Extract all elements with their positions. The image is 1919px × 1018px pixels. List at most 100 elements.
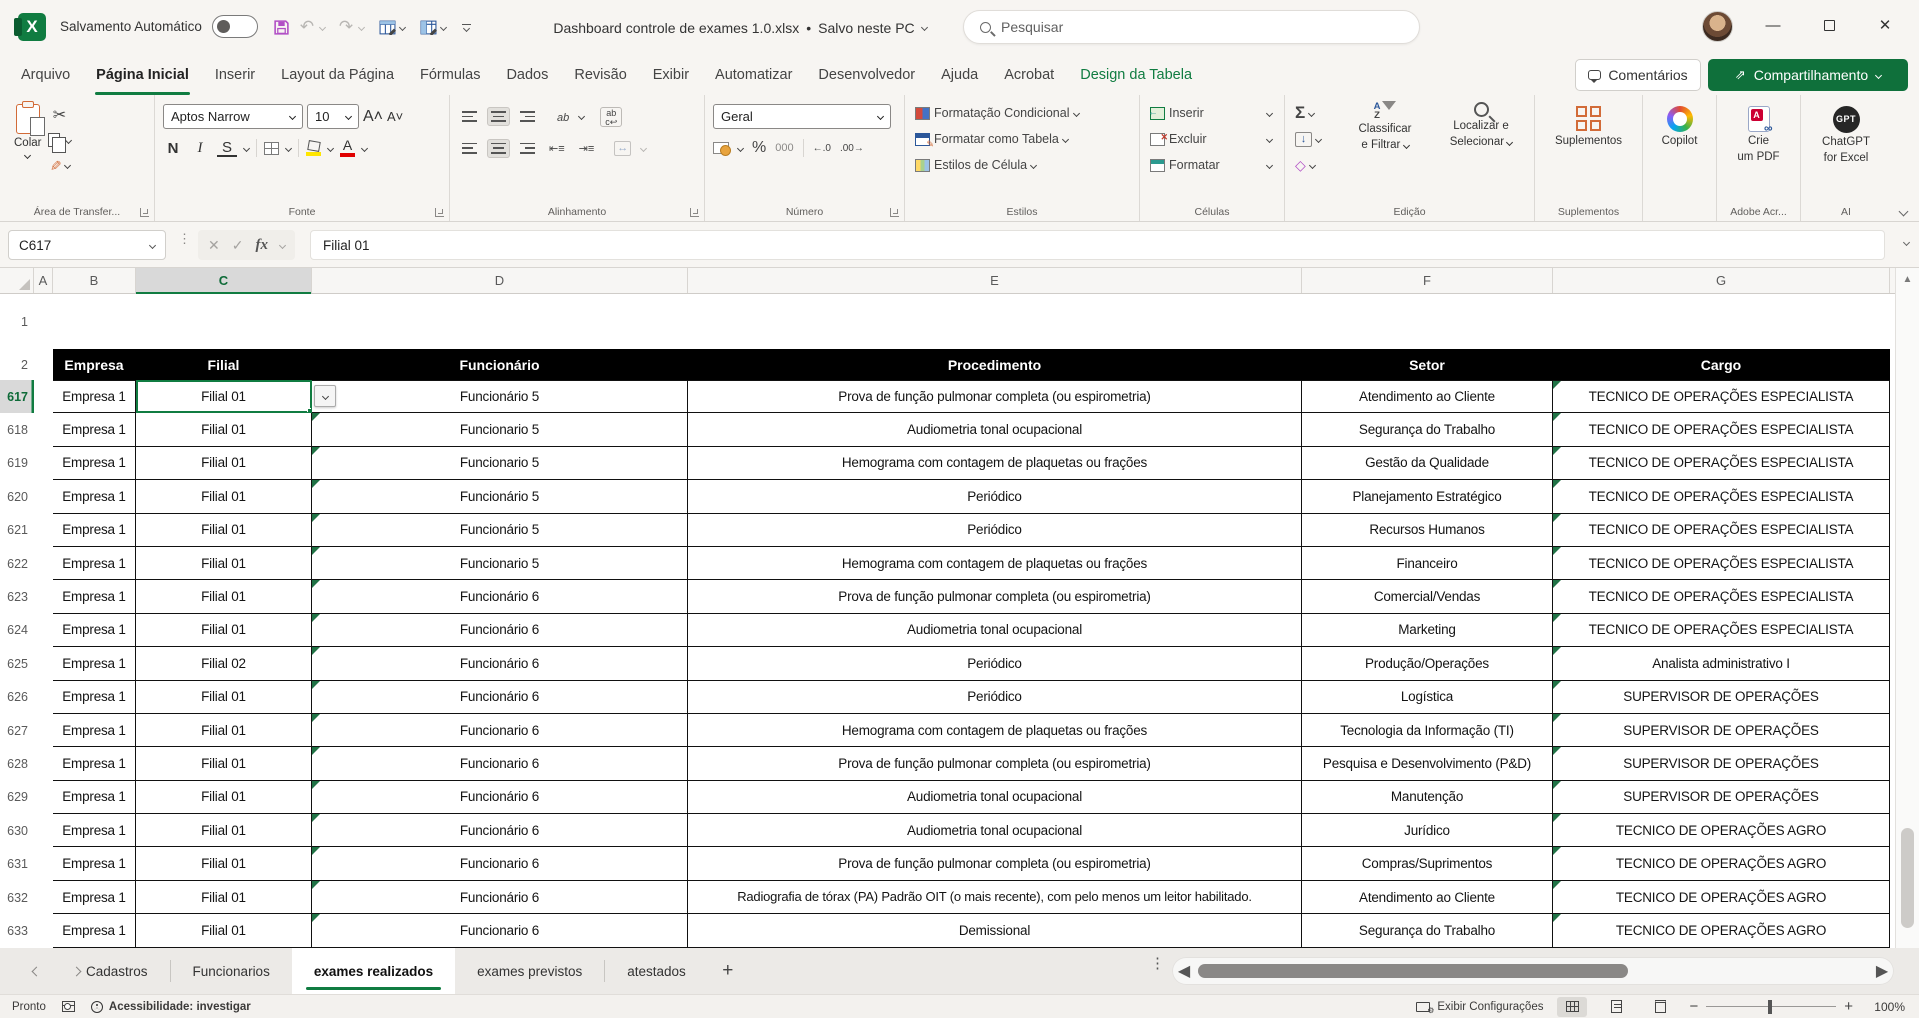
cell-procedimento[interactable]: Audiometria tonal ocupacional — [688, 814, 1302, 847]
new-sheet-button[interactable]: + — [708, 948, 748, 994]
vertical-scrollbar[interactable]: ▲ — [1895, 268, 1919, 948]
zoom-in-button[interactable]: + — [1844, 998, 1853, 1015]
font-dialog-launcher-icon[interactable] — [435, 208, 444, 217]
addins-button[interactable]: Suplementos — [1535, 106, 1642, 148]
enter-icon[interactable]: ✓ — [232, 237, 244, 254]
sheet-tab-cadastros[interactable]: Cadastros — [64, 948, 170, 994]
cut-button[interactable]: ✂ — [47, 104, 71, 126]
decrease-font-icon[interactable]: A˅ — [387, 109, 403, 124]
copilot-button[interactable]: Copilot — [1643, 106, 1716, 148]
fx-dropdown-icon[interactable] — [279, 241, 286, 248]
cell-setor[interactable]: Comercial/Vendas — [1302, 580, 1553, 613]
cell-funcionario[interactable]: Funcionário 6 — [312, 881, 688, 914]
borders-icon[interactable] — [264, 142, 279, 155]
cell-funcionario[interactable]: Funcionário 6 — [312, 647, 688, 680]
page-layout-view-button[interactable] — [1601, 997, 1631, 1017]
cell-empresa[interactable]: Empresa 1 — [53, 714, 136, 747]
row-number[interactable]: 623 — [0, 580, 34, 613]
cell-empresa[interactable]: Empresa 1 — [53, 447, 136, 480]
tab-bar-menu-icon[interactable]: ⋮ — [1150, 960, 1155, 967]
orientation-icon[interactable]: ab — [553, 104, 573, 130]
cell-cargo[interactable]: SUPERVISOR DE OPERAÇÕES — [1553, 781, 1890, 814]
row-number[interactable]: 617 — [0, 380, 34, 413]
cell-funcionario[interactable]: Funcionário 6 — [312, 580, 688, 613]
copy-button[interactable] — [47, 129, 71, 151]
autosave-toggle[interactable] — [212, 15, 258, 38]
column-header-G[interactable]: G — [1553, 268, 1890, 293]
ribbon-tab-design-da-tabela[interactable]: Design da Tabela — [1067, 55, 1205, 95]
row-number[interactable]: 630 — [0, 814, 34, 847]
scroll-right-icon[interactable]: ▶ — [1870, 961, 1894, 981]
comma-style-icon[interactable]: 000 — [775, 142, 793, 154]
customize-qat-icon[interactable] — [462, 24, 471, 31]
document-title[interactable]: Dashboard controle de exames 1.0.xlsx • … — [520, 0, 960, 55]
sheet-tab-exames-realizados[interactable]: exames realizados — [292, 948, 455, 994]
delete-cells-button[interactable]: Excluir — [1140, 126, 1284, 152]
row-number[interactable]: 629 — [0, 781, 34, 814]
accounting-format-icon[interactable] — [713, 142, 729, 154]
chatgpt-button[interactable]: GPT ChatGPT for Excel — [1801, 106, 1891, 165]
cell-funcionario[interactable]: Funcionário 5 — [312, 480, 688, 513]
cell-procedimento[interactable]: Prova de função pulmonar completa (ou es… — [688, 747, 1302, 780]
formula-input[interactable]: Filial 01 — [310, 230, 1885, 260]
cell-filial[interactable]: Filial 02 — [136, 647, 312, 680]
format-painter-button[interactable]: ✎ — [47, 154, 71, 176]
decrease-decimal-icon[interactable]: .00→ — [840, 143, 864, 154]
align-bottom-icon[interactable] — [516, 107, 539, 126]
ribbon-tab-inserir[interactable]: Inserir — [202, 55, 268, 95]
cell-funcionario[interactable]: Funcionário 6 — [312, 614, 688, 647]
cell-cargo[interactable]: TECNICO DE OPERAÇÕES ESPECIALISTA — [1553, 514, 1890, 547]
ribbon-tab-dados[interactable]: Dados — [493, 55, 561, 95]
row-number[interactable]: 2 — [0, 349, 34, 380]
cell-setor[interactable]: Recursos Humanos — [1302, 514, 1553, 547]
display-settings-button[interactable]: Exibir Configurações — [1416, 1001, 1543, 1013]
cell-procedimento[interactable]: Prova de função pulmonar completa (ou es… — [688, 847, 1302, 880]
cell-cargo[interactable]: TECNICO DE OPERAÇÕES ESPECIALISTA — [1553, 380, 1890, 413]
cell-empresa[interactable]: Empresa 1 — [53, 747, 136, 780]
row-number[interactable]: 627 — [0, 714, 34, 747]
cell-procedimento[interactable]: Audiometria tonal ocupacional — [688, 781, 1302, 814]
table-tool2-dropdown-icon[interactable] — [440, 23, 447, 30]
cell-empresa[interactable]: Empresa 1 — [53, 580, 136, 613]
horizontal-scroll-thumb[interactable] — [1198, 964, 1628, 978]
format-as-table-button[interactable]: Formatar como Tabela — [905, 126, 1139, 152]
insert-function-icon[interactable]: fx — [255, 237, 268, 254]
cell-procedimento[interactable]: Radiografia de tórax (PA) Padrão OIT (o … — [688, 881, 1302, 914]
number-dialog-launcher-icon[interactable] — [890, 208, 899, 217]
bold-button[interactable]: N — [163, 140, 183, 157]
normal-view-button[interactable] — [1557, 997, 1587, 1017]
table-tool-dropdown-icon[interactable] — [399, 23, 406, 30]
cell-filial[interactable]: Filial 01 — [136, 881, 312, 914]
wrap-text-icon[interactable]: abc↩ — [600, 107, 622, 127]
sheet-tab-exames-previstos[interactable]: exames previstos — [455, 948, 604, 994]
cell-funcionario[interactable]: Funcionario 6 — [312, 747, 688, 780]
select-all-corner[interactable] — [0, 268, 34, 293]
column-header-E[interactable]: E — [688, 268, 1302, 293]
cell-filial[interactable]: Filial 01 — [136, 447, 312, 480]
cell-filial[interactable]: Filial 01 — [136, 714, 312, 747]
cell-funcionario[interactable]: Funcionario 5 — [312, 413, 688, 446]
row-number[interactable]: 626 — [0, 681, 34, 714]
italic-button[interactable]: I — [190, 140, 210, 157]
cell-funcionario[interactable]: Funcionario 5 — [312, 547, 688, 580]
cell-setor[interactable]: Atendimento ao Cliente — [1302, 881, 1553, 914]
maximize-button[interactable] — [1801, 0, 1857, 50]
cell-empresa[interactable]: Empresa 1 — [53, 881, 136, 914]
cell-filial[interactable]: Filial 01 — [136, 914, 312, 947]
cell-empresa[interactable]: Empresa 1 — [53, 614, 136, 647]
cell-cargo[interactable]: TECNICO DE OPERAÇÕES ESPECIALISTA — [1553, 580, 1890, 613]
cell-filial[interactable]: Filial 01 — [136, 413, 312, 446]
accessibility-icon[interactable] — [91, 1001, 103, 1013]
cell-setor[interactable]: Tecnologia da Informação (TI) — [1302, 714, 1553, 747]
cell-cargo[interactable]: TECNICO DE OPERAÇÕES ESPECIALISTA — [1553, 413, 1890, 446]
cell-procedimento[interactable]: Audiometria tonal ocupacional — [688, 614, 1302, 647]
cell-cargo[interactable]: TECNICO DE OPERAÇÕES ESPECIALISTA — [1553, 547, 1890, 580]
zoom-out-button[interactable]: − — [1689, 998, 1698, 1015]
ribbon-tab-layout-da-página[interactable]: Layout da Página — [268, 55, 407, 95]
cell-procedimento[interactable]: Hemograma com contagem de plaquetas ou f… — [688, 714, 1302, 747]
cell-cargo[interactable]: Analista administrativo I — [1553, 647, 1890, 680]
redo-dropdown-icon[interactable] — [358, 23, 365, 30]
sheet-tab-funcionarios[interactable]: Funcionarios — [171, 948, 292, 994]
cell-setor[interactable]: Atendimento ao Cliente — [1302, 380, 1553, 413]
format-cells-button[interactable]: Formatar — [1140, 152, 1284, 178]
